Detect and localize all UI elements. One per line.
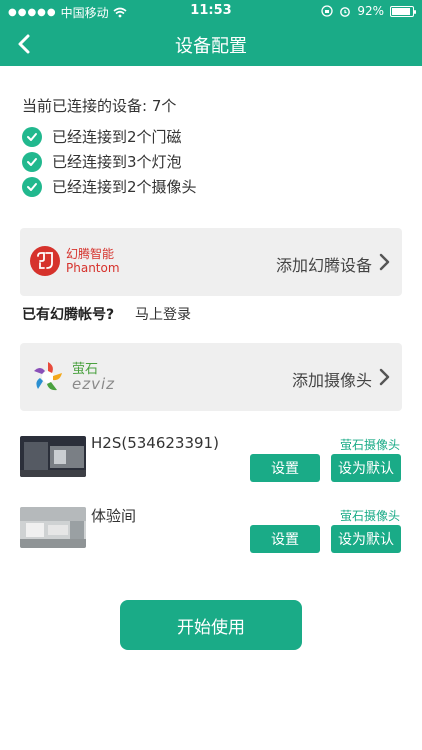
connected-count: 当前已连接的设备: 7个 — [22, 97, 177, 115]
device-name: 体验间 — [91, 507, 137, 525]
device-settings-button[interactable]: 设置 — [250, 454, 320, 482]
connected-item-bulb: 已经连接到3个灯泡 — [22, 151, 182, 172]
check-icon — [22, 126, 42, 147]
login-link[interactable]: 马上登录 — [135, 304, 191, 324]
set-default-button[interactable]: 设为默认 — [331, 525, 401, 553]
phantom-logo-cn: 幻腾智能 — [66, 247, 115, 261]
battery-fill — [392, 7, 411, 15]
device-type: 萤石摄像头 — [339, 438, 400, 452]
phantom-logo-en: Phantom — [66, 261, 120, 275]
ezviz-logo-en: ezviz — [72, 375, 116, 393]
login-question: 已有幻腾帐号? — [22, 307, 115, 323]
ezviz-logo: 萤石 ezviz — [30, 359, 115, 395]
add-phantom-device-card[interactable]: 幻腾智能 Phantom 添加幻腾设备 — [20, 228, 402, 296]
device-name: H2S(534623391) — [91, 434, 219, 452]
status-right: 92% — [321, 4, 416, 18]
top-bar: ●●●●● 中国移动 11:53 92% 设备配置 — [0, 0, 422, 66]
add-camera-card[interactable]: 萤石 ezviz 添加摄像头 — [20, 343, 402, 411]
chevron-right-icon — [379, 368, 390, 386]
battery-icon — [390, 5, 416, 17]
add-camera-label: 添加摄像头 — [291, 371, 372, 390]
start-button[interactable]: 开始使用 — [120, 600, 302, 650]
ezviz-logo-icon — [34, 362, 62, 391]
camera-thumbnail[interactable] — [20, 436, 86, 477]
device-type: 萤石摄像头 — [339, 509, 400, 523]
phantom-logo-icon — [30, 246, 60, 276]
status-bar: ●●●●● 中国移动 11:53 92% — [0, 0, 422, 22]
add-phantom-device-label: 添加幻腾设备 — [275, 256, 372, 275]
ezviz-logo-text: 萤石 ezviz — [72, 362, 115, 392]
connected-item-label: 已经连接到2个摄像头 — [52, 178, 197, 196]
alarm-icon — [340, 7, 351, 17]
connected-item-label: 已经连接到2个门磁 — [52, 128, 182, 146]
connected-item-door: 已经连接到2个门磁 — [22, 126, 182, 147]
set-default-button[interactable]: 设为默认 — [331, 454, 401, 482]
phantom-logo-text: 幻腾智能 Phantom — [66, 247, 120, 275]
connected-item-camera: 已经连接到2个摄像头 — [22, 176, 197, 197]
phantom-logo: 幻腾智能 Phantom — [30, 246, 120, 276]
chevron-right-icon — [379, 253, 390, 271]
battery-percent: 92% — [357, 4, 384, 18]
device-row: H2S(534623391) 萤石摄像头 设置 设为默认 — [20, 434, 402, 492]
connected-item-label: 已经连接到3个灯泡 — [52, 153, 182, 171]
nav-bar: 设备配置 — [0, 22, 422, 66]
page-title: 设备配置 — [175, 36, 247, 57]
check-icon — [22, 176, 42, 197]
device-row: 体验间 萤石摄像头 设置 设为默认 — [20, 505, 402, 563]
orientation-lock-icon — [321, 5, 333, 17]
check-icon — [22, 151, 42, 172]
camera-thumbnail[interactable] — [20, 507, 86, 548]
device-settings-button[interactable]: 设置 — [250, 525, 320, 553]
